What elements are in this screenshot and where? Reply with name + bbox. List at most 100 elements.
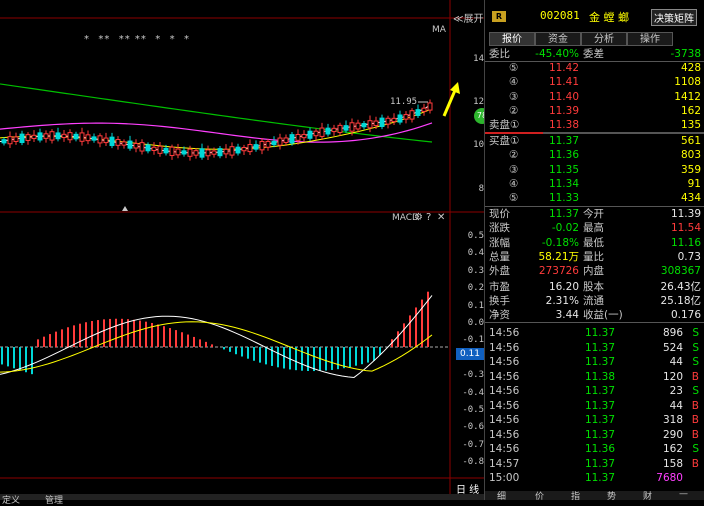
candle-body [67, 132, 73, 141]
stat-row: 涨幅 -0.18% 最低 11.16 [485, 236, 704, 250]
close-icon[interactable]: ✕ [437, 212, 445, 223]
chart-canvas[interactable] [0, 0, 484, 500]
ask-row[interactable]: ② 11.39 162 [485, 104, 704, 118]
trade-time: 14:56 [489, 414, 520, 426]
candle-body [385, 117, 391, 125]
tab-operate[interactable]: 操作 [627, 32, 673, 46]
candle-body [37, 132, 43, 141]
help-icon[interactable]: ? [426, 212, 431, 223]
trade-price: 11.37 [584, 385, 615, 397]
tab-index[interactable]: 指 [571, 489, 580, 502]
ask-row[interactable]: ③ 11.40 1412 [485, 90, 704, 104]
candle-body [97, 135, 103, 144]
candle-body [349, 122, 355, 132]
bid-row[interactable]: ② 11.36 803 [485, 148, 704, 162]
stat-label-2: 最低 [583, 236, 604, 249]
stat-value: 58.21万 [538, 250, 579, 263]
trade-price: 11.37 [584, 414, 615, 426]
bottom-tab-strip: 定义 管理 [0, 494, 484, 506]
ma-line-mid [0, 122, 433, 143]
kline-chart-area[interactable]: * ** ** ** * * * MA ≪展开 11.95 MACD ⚙ ? ✕… [0, 0, 490, 506]
tab-more[interactable]: — [679, 489, 688, 499]
candle-body [85, 134, 91, 142]
decision-matrix-button[interactable]: 决策矩阵 [651, 9, 697, 26]
bid-price: 11.36 [548, 149, 579, 162]
tab-detail[interactable]: 细 [497, 489, 506, 502]
bid-price: 11.35 [548, 163, 579, 176]
trade-time: 14:56 [489, 327, 520, 339]
expand-button[interactable]: ≪展开 [453, 10, 483, 25]
stat-label-2: 流通 [583, 294, 604, 307]
candle-body [1, 139, 7, 144]
ask-row[interactable]: ⑤ 11.42 428 [485, 61, 704, 75]
trade-time: 14:56 [489, 370, 520, 383]
trade-price: 11.37 [584, 327, 615, 339]
candle-body [91, 136, 97, 141]
bid-volume: 434 [680, 192, 701, 205]
macd-tick-label: 0.0 [467, 318, 484, 328]
bid-row[interactable]: ④ 11.34 91 [485, 177, 704, 191]
trade-row: 14:56 11.37 896 S [485, 326, 704, 340]
stat-value-2: 11.39 [670, 208, 701, 220]
divider [485, 322, 704, 323]
candle-body [139, 142, 145, 152]
trade-volume: 290 [662, 428, 683, 441]
candle-body [307, 130, 313, 139]
tab-funds[interactable]: 资金 [535, 32, 581, 46]
ma-label[interactable]: MA [432, 25, 446, 35]
candle-body [271, 140, 277, 146]
candle-body [337, 124, 343, 133]
stat-label: 现价 [489, 208, 510, 220]
stat-label-2: 量比 [583, 250, 604, 263]
stat-value: 11.37 [548, 208, 579, 220]
candle-body [115, 139, 121, 146]
candle-body [367, 120, 373, 129]
trade-side-flag: S [692, 327, 699, 339]
stat-label: 涨幅 [489, 236, 510, 249]
bid-row[interactable]: ⑤ 11.33 434 [485, 191, 704, 205]
trade-price: 11.37 [584, 399, 615, 412]
ask-row[interactable]: 卖盘① 11.38 135 [485, 118, 704, 132]
ask-row[interactable]: ④ 11.41 1108 [485, 75, 704, 89]
trade-side-flag: S [692, 341, 699, 354]
tab-trend[interactable]: 势 [607, 489, 616, 502]
gear-icon[interactable]: ⚙ [414, 212, 423, 223]
stat-row: 外盘 273726 内盘 308367 [485, 264, 704, 278]
stat-value: 3.44 [555, 309, 579, 322]
candle-body [241, 146, 247, 152]
candle-body [109, 136, 115, 147]
candle-body [289, 134, 295, 144]
trade-side-flag: B [691, 457, 699, 470]
candle-body [7, 136, 13, 145]
ask-volume: 135 [680, 119, 701, 132]
candle-body [277, 137, 283, 146]
candle-body [217, 148, 223, 157]
trade-volume: 524 [662, 341, 683, 354]
bid-row[interactable]: ③ 11.35 359 [485, 163, 704, 177]
stat-row: 涨跌 -0.02 最高 11.54 [485, 221, 704, 235]
candle-body [283, 137, 289, 143]
stat-value-2: 308367 [660, 265, 701, 278]
tab-finance[interactable]: 财 [643, 489, 652, 502]
bid-price: 11.34 [548, 177, 579, 190]
ask-level-label: ③ [509, 90, 519, 103]
candle-body [391, 117, 397, 123]
candle-body [403, 114, 409, 120]
trade-row: 14:56 11.37 44 B [485, 399, 704, 413]
bid-row[interactable]: 买盘① 11.37 561 [485, 134, 704, 148]
trade-side-flag: S [692, 385, 699, 397]
margin-badge: R [492, 11, 506, 22]
tab-analysis[interactable]: 分析 [581, 32, 627, 46]
trade-price: 11.37 [584, 356, 615, 368]
trade-price: 11.37 [584, 428, 615, 441]
high-price-tag: 11.95 [390, 97, 418, 107]
stat-label: 净资 [489, 309, 510, 322]
tab-quote[interactable]: 报价 [489, 32, 535, 46]
candle-body [19, 133, 25, 144]
stat-label-2: 收益(一) [583, 309, 623, 322]
price-tick-label: 12 [473, 97, 484, 107]
trade-row: 14:56 11.36 162 S [485, 442, 704, 456]
ask-price: 11.39 [548, 104, 579, 117]
trade-time: 15:00 [489, 472, 520, 484]
tab-price[interactable]: 价 [535, 489, 544, 502]
